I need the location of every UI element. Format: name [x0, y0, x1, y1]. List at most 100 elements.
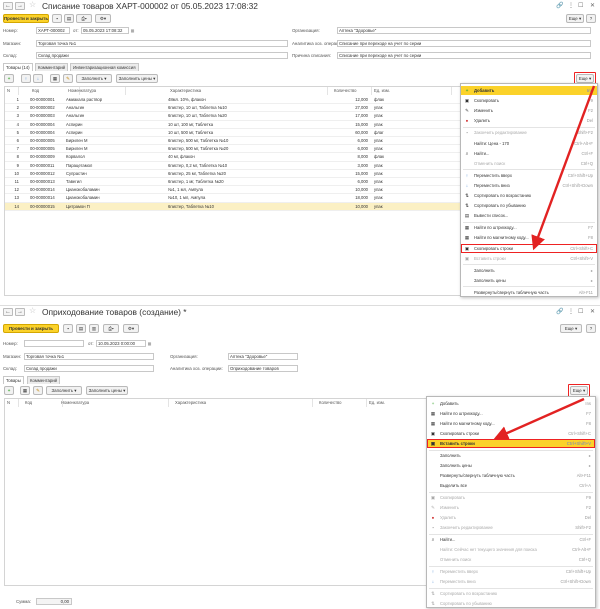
shop-field[interactable]: Торговая точка №1	[36, 40, 288, 47]
menu-item[interactable]: ● Удалить Del	[427, 513, 595, 522]
close-icon[interactable]: ✕	[590, 2, 595, 9]
back-button-2[interactable]: ←	[3, 308, 13, 316]
menu-item[interactable]: Развернуть/свернуть табличную часть Alt+F…	[461, 288, 597, 297]
menu-item[interactable]: ✎ Изменить F2	[461, 106, 597, 115]
related-docs-icon[interactable]: ⚙▾	[95, 14, 111, 23]
menu-item[interactable]: ⇅ Сортировать по возрастанию	[461, 191, 597, 200]
menu-item[interactable]: ▪ Закончить редактирование Shift+F2	[427, 523, 595, 532]
close-icon-2[interactable]: ✕	[590, 308, 595, 315]
journal-icon-2[interactable]: ▥	[89, 324, 99, 333]
edit-icon[interactable]: ✎	[63, 74, 73, 83]
tab-comment[interactable]: Комментарий	[35, 63, 69, 71]
number-field-2[interactable]	[24, 340, 84, 347]
menu-item[interactable]: Заполнить цены ▸	[427, 461, 595, 470]
link-icon-2[interactable]: 🔗	[556, 308, 563, 315]
print-icon[interactable]: ⎙▾	[76, 14, 92, 23]
save-icon[interactable]: ▪	[52, 14, 62, 23]
related-docs-icon-2[interactable]: ⚙▾	[123, 324, 139, 333]
col-characteristic[interactable]: Характеристика	[168, 87, 328, 95]
col-n[interactable]: N	[5, 87, 19, 95]
org-field-2[interactable]: Аптека "Здоровье"	[228, 353, 298, 360]
col-code-2[interactable]: Код	[23, 399, 63, 407]
menu-item[interactable]: ▦ Найти по магнитному коду... F8	[461, 233, 597, 242]
forward-button[interactable]: →	[15, 2, 25, 10]
menu-item[interactable]: Отменить поиск Ctrl+Q	[461, 159, 597, 168]
favorite-star-icon[interactable]: ☆	[29, 0, 36, 9]
add-row-icon-2[interactable]: +	[4, 386, 14, 395]
barcode-icon[interactable]: ▦	[50, 74, 60, 83]
menu-item[interactable]: ▦ Найти по штрихкоду... F7	[427, 409, 595, 418]
menu-item[interactable]: ▣ Скопировать F9	[427, 493, 595, 502]
menu-item[interactable]: ▦ Найти по магнитному коду... F8	[427, 419, 595, 428]
tab-goods[interactable]: Товары (14)	[3, 63, 33, 71]
menu-item[interactable]: ↓ Переместить вниз Ctrl+Shift+Down	[427, 577, 595, 586]
maximize-icon-2[interactable]: ☐	[578, 308, 583, 315]
menu-item[interactable]: ▣ Скопировать строки Ctrl+Shift+C	[461, 243, 597, 253]
menu-item[interactable]: Заполнить ▸	[427, 451, 595, 460]
add-row-icon[interactable]: +	[4, 74, 14, 83]
org-field[interactable]: Аптека "Здоровье"	[337, 27, 591, 34]
tab-commission[interactable]: Инвентаризационная комиссия	[70, 63, 139, 71]
move-up-icon[interactable]: ↑	[21, 74, 31, 83]
menu-item[interactable]: ▪ Закончить редактирование Shift+F2	[461, 128, 597, 137]
menu-dots-icon-2[interactable]: ⋮	[568, 308, 574, 315]
menu-item[interactable]: Найти: Сейчас нет текущего значения для …	[427, 545, 595, 554]
more-button[interactable]: Еще ▾	[566, 14, 584, 23]
edit-icon-2[interactable]: ✎	[33, 386, 43, 395]
more-button-2[interactable]: Еще ▾	[560, 324, 582, 333]
menu-item[interactable]: ▣ Скопировать F9	[461, 96, 597, 105]
maximize-icon[interactable]: ☐	[578, 2, 583, 9]
fill-prices-button-2[interactable]: Заполнить цены ▾	[86, 386, 128, 395]
menu-item[interactable]: Заполнить ▸	[461, 266, 597, 275]
menu-item[interactable]: Развернуть/свернуть табличную часть Alt+F…	[427, 471, 595, 480]
menu-item[interactable]: ● Удалить Del	[461, 116, 597, 125]
menu-item[interactable]: ▣ Вставить строки Ctrl+Shift+V	[427, 439, 595, 448]
post-and-close-button[interactable]: Провести и закрыть	[3, 14, 49, 23]
col-n-2[interactable]: N	[5, 399, 19, 407]
menu-item[interactable]: ↑ Переместить вверх Ctrl+Shift+Up	[461, 171, 597, 180]
tab-comment-2[interactable]: Комментарий	[27, 376, 61, 384]
menu-item[interactable]: ✎ Изменить F2	[427, 503, 595, 512]
menu-dots-icon[interactable]: ⋮	[568, 2, 574, 9]
menu-item[interactable]: ▤ Вывести список...	[461, 211, 597, 220]
col-unit-2[interactable]: Ед. изм.	[367, 399, 427, 407]
move-down-icon[interactable]: ↓	[33, 74, 43, 83]
menu-item[interactable]: Отменить поиск Ctrl+Q	[427, 555, 595, 564]
menu-item[interactable]: Найти: Цена - 170 Ctrl+Alt+F	[461, 139, 597, 148]
link-icon[interactable]: 🔗	[556, 2, 563, 9]
post-icon[interactable]: ▤	[64, 14, 74, 23]
fill-prices-button[interactable]: Заполнить цены ▾	[116, 74, 158, 83]
barcode-icon-2[interactable]: ▦	[20, 386, 30, 395]
col-item[interactable]: Номенклатура	[66, 87, 126, 95]
number-field[interactable]: ХАРТ-000002	[36, 27, 70, 34]
back-button[interactable]: ←	[3, 2, 13, 10]
print-icon-2[interactable]: ⎙▾	[103, 324, 119, 333]
tab-goods-2[interactable]: Товары	[3, 376, 24, 384]
help-button[interactable]: ?	[586, 14, 596, 23]
menu-item[interactable]: ⇅ Сортировать по возрастанию	[427, 589, 595, 598]
calendar-icon[interactable]: ▦	[130, 27, 135, 34]
help-button-2[interactable]: ?	[586, 324, 596, 333]
save-icon-2[interactable]: ▪	[63, 324, 73, 333]
analytics-field[interactable]: Списание при переходе на учет по серии	[337, 40, 591, 47]
col-qty[interactable]: Количество	[332, 87, 372, 95]
calendar-icon-2[interactable]: ▦	[147, 340, 152, 347]
post-and-close-button-2[interactable]: Провести и закрыть	[3, 324, 59, 333]
col-qty-2[interactable]: Количество	[317, 399, 367, 407]
warehouse-field-2[interactable]: Склад продажи	[24, 365, 154, 372]
menu-item[interactable]: ▣ Вставить строки Ctrl+Shift+V	[461, 254, 597, 263]
menu-item[interactable]: ↑ Переместить вверх Ctrl+Shift+Up	[427, 567, 595, 576]
menu-item[interactable]: + Добавить Ins	[427, 399, 595, 408]
post-icon-2[interactable]: ▤	[76, 324, 86, 333]
menu-item[interactable]: Заполнить цены ▸	[461, 276, 597, 285]
col-characteristic-2[interactable]: Характеристика	[173, 399, 313, 407]
menu-item[interactable]: + Добавить Ins	[461, 86, 597, 95]
menu-item[interactable]: ↓ Переместить вниз Ctrl+Shift+Down	[461, 181, 597, 190]
fill-button-2[interactable]: Заполнить ▾	[46, 386, 82, 395]
menu-item[interactable]: ⌕ Найти... Ctrl+F	[427, 535, 595, 544]
date-field[interactable]: 05.05.2023 17:08:32	[81, 27, 129, 34]
date-field-2[interactable]: 10.05.2023 0:00:00	[96, 340, 146, 347]
reason-field[interactable]: Списание при переходе на учет по серии	[337, 52, 591, 59]
favorite-star-icon-2[interactable]: ☆	[29, 306, 36, 315]
menu-item[interactable]: ▦ Найти по штрихкоду... F7	[461, 223, 597, 232]
